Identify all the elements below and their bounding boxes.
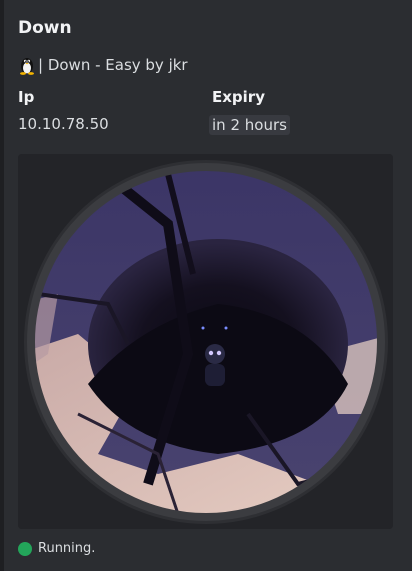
embed-description: | Down - Easy by jkr: [18, 55, 188, 75]
embed-card: Down | Down - Easy by jkr Ip 10.10.78.50…: [0, 0, 412, 571]
status-dot-icon: [18, 541, 32, 556]
down-machine-artwork: [18, 154, 393, 529]
field-ip: Ip 10.10.78.50: [18, 88, 109, 133]
embed-description-text: | Down - Easy by jkr: [38, 56, 188, 74]
field-ip-name: Ip: [18, 88, 35, 106]
linux-tux-icon: [18, 55, 36, 75]
field-expiry: Expiry in 2 hours: [209, 88, 290, 135]
status-text: Running.: [38, 541, 96, 556]
field-ip-value: 10.10.78.50: [18, 115, 109, 133]
embed-title: Down: [18, 18, 72, 38]
status-footer: Running.: [18, 541, 95, 556]
field-expiry-name: Expiry: [212, 88, 265, 106]
field-expiry-value: in 2 hours: [209, 115, 290, 135]
machine-thumbnail[interactable]: [18, 154, 393, 529]
